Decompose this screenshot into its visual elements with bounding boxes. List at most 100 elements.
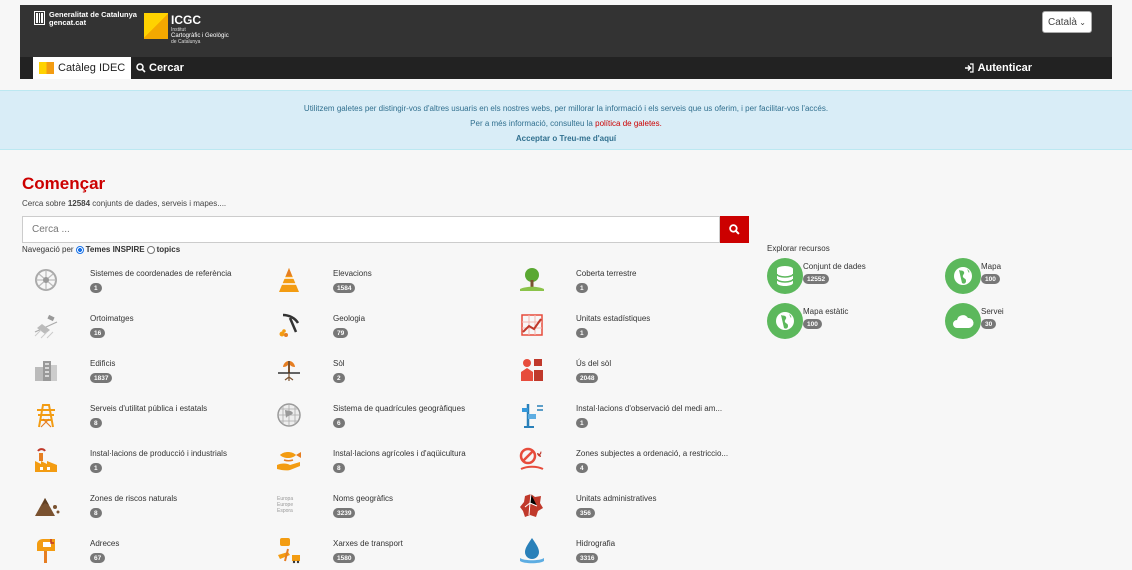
mailbox-icon [30, 534, 62, 566]
theme-item[interactable]: Sistemes de coordenades de referència 1 [30, 264, 250, 306]
radio-topics[interactable] [146, 245, 155, 254]
theme-item[interactable]: Edificis 1837 [30, 354, 250, 396]
theme-count: 8 [333, 463, 345, 473]
theme-item[interactable]: Hidrografia 3316 [516, 534, 736, 570]
theme-count: 3316 [576, 553, 599, 563]
theme-count: 4 [576, 463, 588, 473]
theme-count: 1 [576, 418, 588, 428]
nav-mode-label: Navegació per [22, 245, 74, 254]
theme-item[interactable]: Zones subjectes a ordenació, a restricci… [516, 444, 736, 486]
theme-item[interactable]: Ús del sòl 2048 [516, 354, 736, 396]
database-icon [767, 258, 803, 294]
theme-name: Coberta terrestre [576, 269, 637, 278]
water-drop-icon [516, 534, 548, 566]
geographic-names-icon: Europa Europe Espora [273, 489, 305, 521]
resource-service[interactable]: Servei 30 [945, 303, 1065, 343]
gencat-bars-icon [34, 11, 45, 25]
resource-static-map[interactable]: Mapa estàtic 100 [767, 303, 887, 343]
theme-item[interactable]: Xarxes de transport 1580 [273, 534, 493, 570]
chevron-down-icon: ⌄ [1079, 17, 1086, 27]
theme-item[interactable]: Instal·lacions d'observació del medi am.… [516, 399, 736, 441]
search-button[interactable] [720, 216, 749, 243]
theme-count: 79 [333, 328, 349, 338]
theme-item[interactable]: Ortoimatges 16 [30, 309, 250, 351]
explore-title: Explorar recursos [767, 244, 830, 253]
satellite-icon [30, 309, 62, 341]
cookie-accept-button[interactable]: Acceptar [516, 134, 550, 143]
resource-dataset[interactable]: Conjunt de dades 12552 [767, 258, 887, 298]
radio-inspire-label[interactable]: Temes INSPIRE [86, 245, 145, 254]
top-header: Generalitat de Catalunya gencat.cat ICGC… [20, 5, 1112, 79]
theme-count: 16 [90, 328, 106, 338]
icgc-name: ICGC [171, 13, 201, 27]
language-select[interactable]: Català ⌄ [1042, 11, 1092, 33]
resource-count: 100 [981, 274, 1000, 284]
transport-icon [273, 534, 305, 566]
theme-item[interactable]: Elevacions 1584 [273, 264, 493, 306]
theme-count: 1 [90, 463, 102, 473]
restricted-zone-icon [516, 444, 548, 476]
globe-network-icon [30, 264, 62, 296]
land-use-icon [516, 354, 548, 386]
radio-topics-label[interactable]: topics [157, 245, 181, 254]
theme-item[interactable]: Unitats administratives 356 [516, 489, 736, 531]
theme-count: 356 [576, 508, 595, 518]
theme-name: Noms geogràfics [333, 494, 394, 503]
theme-name: Instal·lacions d'observació del medi am.… [576, 404, 723, 413]
theme-item[interactable]: Instal·lacions agrícoles i d'aqüicultura… [273, 444, 493, 486]
theme-name: Unitats administratives [576, 494, 657, 503]
tab-catalog-label: Catàleg IDEC [58, 62, 126, 74]
search-icon [729, 224, 740, 235]
resource-map[interactable]: Mapa 100 [945, 258, 1065, 298]
subtitle-prefix: Cerca sobre [22, 199, 66, 208]
geo-name-espora: Espora [277, 508, 293, 514]
theme-item[interactable]: Instal·lacions de producció i industrial… [30, 444, 250, 486]
theme-item[interactable]: Sòl 2 [273, 354, 493, 396]
theme-item[interactable]: Unitats estadístiques 1 [516, 309, 736, 351]
tab-search[interactable]: Cercar [136, 57, 184, 79]
language-value: Català [1048, 16, 1077, 28]
observation-station-icon [516, 399, 548, 431]
resource-name: Mapa estàtic [803, 307, 849, 316]
theme-item[interactable]: Zones de riscos naturals 8 [30, 489, 250, 531]
tab-catalog[interactable]: Catàleg IDEC [33, 57, 132, 79]
theme-item[interactable]: Sistema de quadrícules geogràfiques 6 [273, 399, 493, 441]
theme-name: Sistemes de coordenades de referència [90, 269, 232, 278]
theme-item[interactable]: Adreces 67 [30, 534, 250, 570]
theme-count: 8 [90, 418, 102, 428]
resource-count: 12552 [803, 274, 830, 284]
theme-count: 67 [90, 553, 106, 563]
resource-name: Servei [981, 307, 1004, 316]
globe-icon [767, 303, 803, 339]
page-subtitle: Cerca sobre 12584 conjunts de dades, ser… [22, 199, 226, 208]
cookie-line2-prefix: Per a més informació, consulteu la [470, 119, 593, 128]
subtitle-count: 12584 [67, 199, 91, 208]
theme-count: 1 [576, 328, 588, 338]
theme-item[interactable]: Geologia 79 [273, 309, 493, 351]
cookie-policy-link[interactable]: política de galetes. [595, 119, 662, 128]
gencat-logo[interactable]: Generalitat de Catalunya gencat.cat [34, 11, 137, 27]
cookie-actions: Acceptar o Treu-me d'aquí [0, 131, 1132, 146]
factory-icon [30, 444, 62, 476]
natural-hazard-icon [30, 489, 62, 521]
theme-name: Ortoimatges [90, 314, 134, 323]
auth-button[interactable]: Autenticar [964, 57, 1032, 79]
theme-name: Unitats estadístiques [576, 314, 651, 323]
auth-label: Autenticar [977, 62, 1032, 74]
cookie-dismiss-button[interactable]: Treu-me d'aquí [560, 134, 617, 143]
theme-count: 1837 [90, 373, 113, 383]
theme-name: Zones subjectes a ordenació, a restricci… [576, 449, 729, 458]
nav-bar: Catàleg IDEC Cercar Autenticar [20, 57, 1112, 79]
theme-item[interactable]: Europa Europe Espora Noms geogràfics 323… [273, 489, 493, 531]
radio-inspire[interactable] [75, 245, 84, 254]
icgc-logo[interactable]: ICGC Institut Cartogràfic i Geològic de … [144, 13, 229, 45]
theme-item[interactable]: Serveis d'utilitat pública i estatals 8 [30, 399, 250, 441]
resource-count: 100 [803, 319, 822, 329]
theme-item[interactable]: Coberta terrestre 1 [516, 264, 736, 306]
theme-name: Sòl [333, 359, 345, 368]
theme-name: Serveis d'utilitat pública i estatals [90, 404, 208, 413]
admin-map-icon [516, 489, 548, 521]
search-input[interactable]: Cerca ... [22, 216, 720, 243]
navigation-mode: Navegació per Temes INSPIRE topics [22, 245, 180, 254]
resource-name: Conjunt de dades [803, 262, 866, 271]
